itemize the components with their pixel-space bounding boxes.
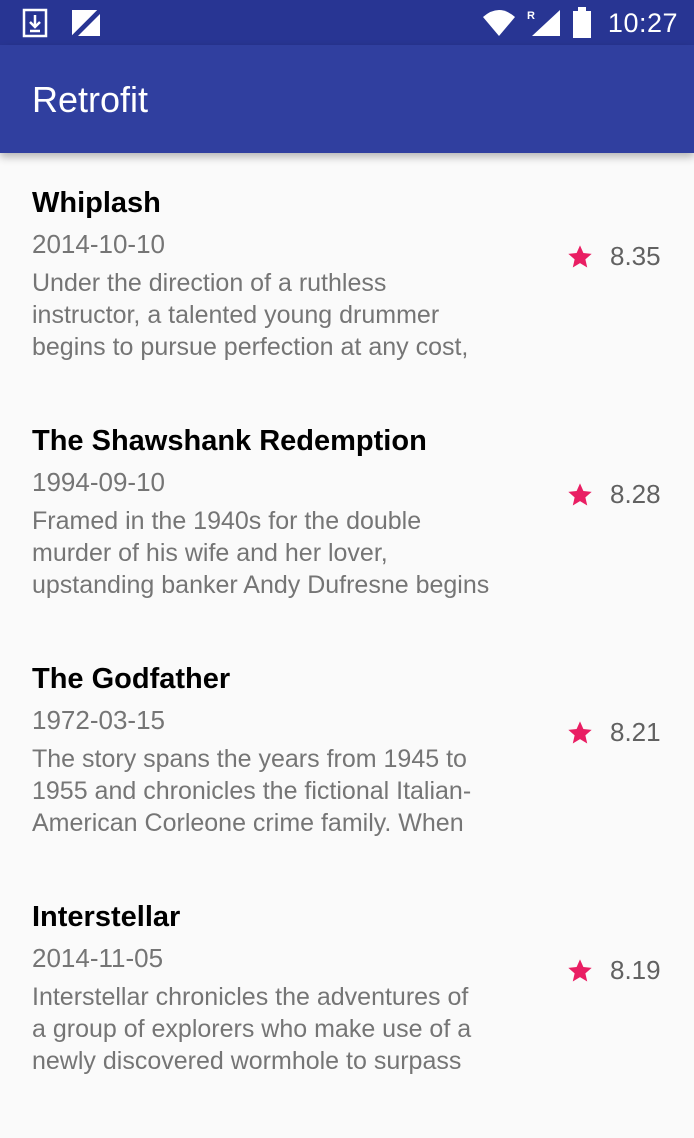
movie-release-date: 2014-10-10 (32, 229, 165, 259)
movie-description-line: Under the direction of a ruthless (32, 269, 387, 297)
movie-rating-value: 8.35 (610, 241, 661, 271)
movie-description-line: Interstellar chronicles the adventures o… (32, 983, 469, 1011)
movie-description-line: newly discovered wormhole to surpass (32, 1047, 462, 1075)
movie-rating: 8.19 (566, 955, 661, 986)
movie-description-line: upstanding banker Andy Dufresne begins (32, 571, 490, 599)
movie-rating-value: 8.19 (610, 955, 661, 985)
movie-description-line: murder of his wife and her lover, (32, 539, 388, 567)
movie-rating: 8.21 (566, 717, 661, 748)
movie-description-line: a group of explorers who make use of a (32, 1015, 472, 1043)
star-icon (568, 720, 592, 743)
movie-description: Interstellar chronicles the adventures o… (32, 981, 532, 1077)
status-time: 10:27 (607, 7, 678, 38)
movie-title: The Shawshank Redemption (32, 425, 427, 457)
movie-list[interactable]: Whiplash 2014-10-10 Under the direction … (0, 153, 694, 1105)
app-title: Retrofit (32, 79, 149, 120)
movie-description-line: Framed in the 1940s for the double (32, 507, 422, 535)
star-icon (568, 244, 592, 267)
movie-title: Interstellar (32, 901, 181, 933)
movie-release-date: 1994-09-10 (32, 467, 165, 497)
battery-icon (572, 7, 592, 39)
roaming-label: R (527, 10, 535, 22)
status-left-icons (22, 6, 102, 40)
signal-roaming-icon: R (526, 8, 562, 38)
movie-release-date: 1972-03-15 (32, 705, 165, 735)
movie-release-date: 2014-11-05 (32, 943, 164, 973)
download-notification-icon (22, 8, 48, 38)
movie-title: The Godfather (32, 663, 231, 695)
status-right-icons: R 10:27 (482, 6, 678, 40)
no-sim-icon (70, 8, 102, 38)
movie-description: Under the direction of a ruthless instru… (32, 267, 532, 363)
movie-description-line: begins to pursue perfection at any cost, (32, 333, 469, 361)
star-icon (568, 482, 592, 505)
movie-title: Whiplash (32, 187, 161, 219)
movie-description-line: 1955 and chronicles the fictional Italia… (32, 777, 472, 805)
movie-list-item[interactable]: The Shawshank Redemption 1994-09-10 Fram… (0, 391, 694, 629)
movie-rating-value: 8.28 (610, 479, 661, 509)
movie-description-line: American Corleone crime family. When (32, 809, 464, 837)
movie-rating: 8.35 (566, 241, 661, 272)
app-bar: Retrofit (0, 45, 694, 153)
movie-description-line: The story spans the years from 1945 to (32, 745, 467, 773)
status-bar: R 10:27 (0, 0, 694, 45)
movie-description: Framed in the 1940s for the double murde… (32, 505, 532, 601)
movie-description: The story spans the years from 1945 to 1… (32, 743, 532, 839)
movie-list-item[interactable]: Interstellar 2014-11-05 Interstellar chr… (0, 867, 694, 1105)
movie-rating: 8.28 (566, 479, 661, 510)
star-icon (568, 958, 592, 981)
wifi-icon (482, 9, 516, 37)
movie-description-line: instructor, a talented young drummer (32, 301, 440, 329)
movie-rating-value: 8.21 (610, 717, 661, 747)
movie-list-item[interactable]: The Godfather 1972-03-15 The story spans… (0, 629, 694, 867)
movie-list-item[interactable]: Whiplash 2014-10-10 Under the direction … (0, 153, 694, 391)
